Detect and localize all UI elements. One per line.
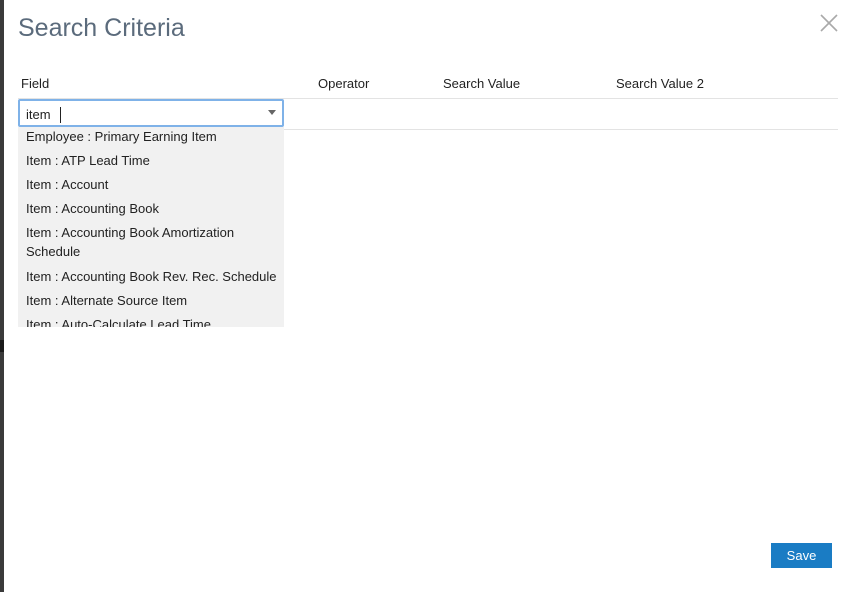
text-cursor [60,107,61,123]
field-dropdown-list[interactable]: Employee : Primary Earning Item Item : A… [18,127,284,327]
dropdown-option[interactable]: Item : Accounting Book Amortization Sche… [26,223,281,261]
dropdown-option[interactable]: Item : Alternate Source Item [26,291,281,310]
dialog-title: Search Criteria [18,14,185,42]
close-button[interactable] [818,12,840,34]
dropdown-option[interactable]: Item : Auto-Calculate Lead Time [26,315,281,327]
dropdown-option[interactable]: Item : ATP Lead Time [26,151,281,170]
field-combobox[interactable] [18,99,284,127]
column-header-search-value-2: Search Value 2 [616,76,704,91]
column-header-search-value: Search Value [443,76,521,91]
window-edge [0,0,4,592]
column-header-operator: Operator [318,76,370,91]
search-criteria-dialog: Search Criteria Field Operator Search Va… [0,0,849,592]
dropdown-option[interactable]: Item : Accounting Book Rev. Rec. Schedul… [26,267,281,286]
dropdown-option[interactable]: Item : Accounting Book [26,199,281,218]
chevron-down-icon[interactable] [268,110,276,115]
dropdown-option[interactable]: Item : Account [26,175,281,194]
close-icon [820,14,838,32]
column-header-field: Field [21,76,50,91]
save-button[interactable]: Save [771,543,832,568]
window-edge-mark [0,340,4,352]
dropdown-option[interactable]: Employee : Primary Earning Item [26,127,281,146]
